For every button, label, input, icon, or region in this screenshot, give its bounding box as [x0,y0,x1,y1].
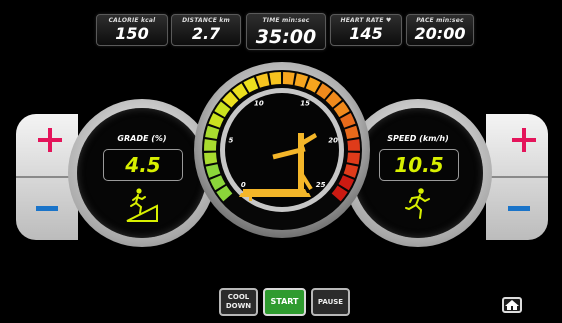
heart-rate-label: HEART RATE ♥ [340,17,392,24]
time-value: 35:00 [255,26,317,48]
pause-button[interactable]: PAUSE [311,288,350,316]
treadmill-console: CALORIE kcal 150 DISTANCE km 2.7 TIME mi… [0,0,562,323]
home-icon [505,300,519,310]
speed-decrease-button[interactable] [486,178,548,240]
speed-value: 10.5 [394,153,444,177]
pace-card: PACE min:sec 20:00 [406,14,474,46]
distance-value: 2.7 [191,24,221,43]
speed-adjust-panel [486,114,548,240]
heart-rate-card: HEART RATE ♥ 145 [330,14,402,46]
time-card: TIME min:sec 35:00 [246,13,326,50]
calorie-card: CALORIE kcal 150 [96,14,168,46]
time-label: TIME min:sec [262,17,310,24]
gauge-segment [269,72,282,85]
gauge-tick-label: 20 [328,136,338,144]
grade-readout: 4.5 [103,149,183,181]
gauge-tick-label: 10 [254,99,264,107]
minus-icon [508,206,530,211]
grade-dial-face: GRADE (%) 4.5 [77,108,207,238]
grade-value: 4.5 [125,153,161,177]
speed-increase-button[interactable] [486,114,548,176]
calorie-value: 150 [115,24,149,43]
gauge-segment [282,72,295,85]
gauge-tick-label: 25 [316,181,326,189]
speed-title: SPEED (km/h) [387,134,449,143]
start-button[interactable]: START [263,288,306,316]
incline-runner-icon [126,188,158,222]
plus-icon [38,128,62,152]
home-button[interactable] [502,297,522,313]
distance-label: DISTANCE km [182,17,230,24]
speed-dial-face: SPEED (km/h) 10.5 [353,108,483,238]
minus-icon [36,206,58,211]
cool-down-button[interactable]: COOL DOWN [219,288,258,316]
gauge-tick-label: 0 [241,181,246,189]
heart-rate-value: 145 [349,24,383,43]
progress-gauge: 0 5 10 15 20 25 [194,62,370,238]
gauge-segment [347,139,360,151]
pace-label: PACE min:sec [416,17,464,24]
calorie-label: CALORIE kcal [108,17,156,24]
distance-card: DISTANCE km 2.7 [171,14,241,46]
gauge-tick-label: 5 [228,136,233,144]
grade-title: GRADE (%) [117,134,167,143]
pace-value: 20:00 [414,24,466,43]
gauge-segment [204,139,217,151]
plus-icon [512,128,536,152]
gauge-tick-label: 15 [300,99,310,107]
speed-readout: 10.5 [379,149,459,181]
runner-icon [405,188,430,219]
